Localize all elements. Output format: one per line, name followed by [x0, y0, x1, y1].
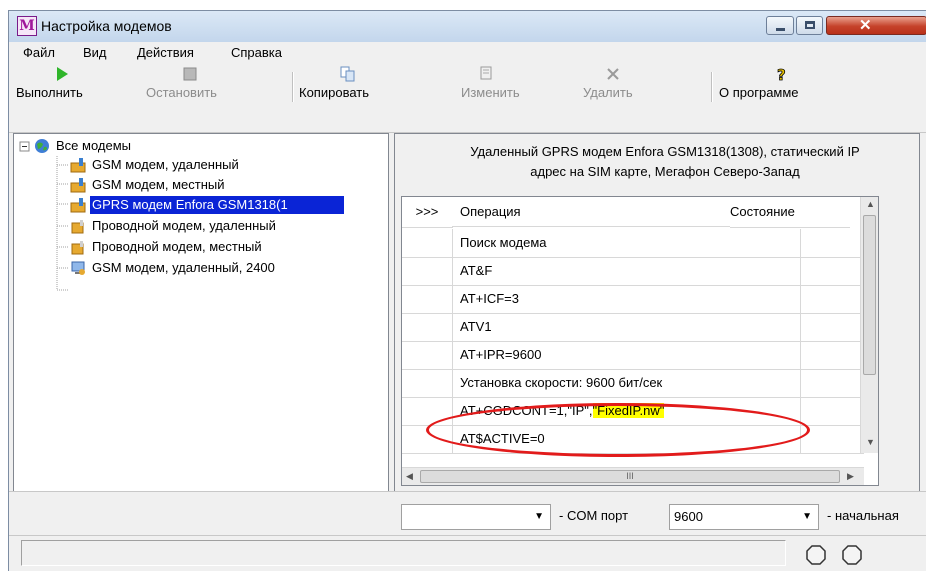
maximize-button[interactable] [796, 16, 823, 35]
baud-rate-label: - начальная [827, 508, 899, 523]
about-label: О программе [719, 85, 799, 100]
toolbar-separator [711, 72, 713, 102]
scroll-down-icon[interactable]: ▼ [866, 437, 875, 447]
tree-item-label: Проводной модем, местный [92, 239, 262, 254]
gsm-modem-icon [70, 158, 86, 173]
description-line1: Удаленный GPRS модем Enfora GSM1318(1308… [470, 144, 860, 159]
operation-cell: AT+IPR=9600 [460, 347, 542, 362]
tree-item-label: GSM модем, местный [92, 177, 225, 192]
operations-grid[interactable]: >>> Операция Состояние Поиск модема AT&F… [401, 196, 879, 486]
copy-label: Копировать [299, 85, 369, 100]
vertical-scroll-thumb[interactable] [863, 215, 876, 375]
copy-button[interactable]: Копировать [295, 64, 400, 132]
edit-button[interactable]: Изменить [441, 64, 541, 132]
grid-header-state[interactable]: Состояние [730, 197, 850, 228]
baud-rate-value: 9600 [674, 509, 703, 524]
about-button[interactable]: ? О программе [714, 64, 849, 132]
port-settings-bar: ▼ - COM порт 9600 ▼ - начальная [9, 491, 926, 536]
wired-modem-icon [71, 241, 84, 255]
help-question-icon: ? [777, 66, 787, 82]
delete-icon [607, 68, 619, 80]
minimize-icon [776, 28, 785, 31]
window-title: Настройка модемов [41, 18, 172, 34]
operation-cell: Поиск модема [460, 235, 547, 250]
run-label: Выполнить [16, 85, 83, 100]
tree-item-label: Проводной модем, удаленный [92, 218, 276, 233]
grid-header-arrow[interactable]: >>> [402, 197, 453, 228]
modem-description: Удаленный GPRS модем Enfora GSM1318(1308… [395, 142, 919, 182]
chevron-down-icon: ▼ [802, 511, 812, 522]
vertical-scrollbar[interactable]: ▲ ▼ [860, 197, 878, 453]
maximize-icon [805, 21, 815, 29]
table-row[interactable]: AT+ICF=3 [402, 285, 864, 314]
table-row[interactable]: Поиск модема [402, 229, 864, 258]
com-port-select[interactable]: ▼ [401, 504, 551, 530]
copy-icon [340, 66, 355, 82]
menu-bar: Файл Вид Действия Справка [9, 42, 926, 64]
run-button[interactable]: Выполнить [9, 64, 129, 132]
operation-cell: AT&F [460, 263, 493, 278]
table-row[interactable]: ATV1 [402, 313, 864, 342]
indicator-lamp-icon [842, 545, 862, 565]
operation-cell: AT$ACTIVE=0 [460, 431, 545, 446]
table-row[interactable]: AT+CGDCONT=1,"IP","FixedIP.nw" [402, 397, 864, 426]
close-icon: ✕ [859, 17, 872, 34]
svg-text:?: ? [777, 66, 786, 82]
com-port-value [402, 509, 406, 524]
operation-cell: ATV1 [460, 319, 492, 334]
indicator-lamp-icon [806, 545, 826, 565]
edit-icon [480, 66, 492, 80]
table-row[interactable]: AT+IPR=9600 [402, 341, 864, 370]
operation-text: AT+CGDCONT=1,"IP", [460, 403, 593, 418]
edit-label: Изменить [461, 85, 520, 100]
scroll-right-icon[interactable]: ▶ [847, 471, 854, 482]
network-computer-icon [71, 261, 85, 275]
table-row[interactable]: AT$ACTIVE=0 [402, 425, 864, 454]
status-bar [9, 535, 926, 571]
baud-rate-select[interactable]: 9600 ▼ [669, 504, 819, 530]
tree-item-label: GPRS модем Enfora GSM1318(1 [90, 196, 344, 214]
menu-actions[interactable]: Действия [137, 45, 194, 60]
stop-icon [183, 67, 197, 81]
stop-label: Остановить [146, 85, 217, 100]
menu-help[interactable]: Справка [231, 45, 282, 60]
app-icon: M [17, 16, 37, 36]
title-bar[interactable]: M Настройка модемов ✕ [9, 11, 926, 42]
highlighted-apn-text: "FixedIP.nw" [592, 403, 665, 418]
status-text-field [21, 540, 786, 566]
toolbar: Выполнить Остановить Копировать Изменить… [9, 64, 926, 133]
toolbar-separator [292, 72, 294, 102]
table-row[interactable]: AT&F [402, 257, 864, 286]
operation-cell: AT+CGDCONT=1,"IP","FixedIP.nw" [460, 397, 665, 425]
operation-cell: Установка скорости: 9600 бит/сек [460, 375, 663, 390]
horizontal-scroll-thumb[interactable]: III [420, 470, 840, 483]
delete-label: Удалить [583, 85, 633, 100]
gsm-modem-icon [70, 178, 86, 193]
globe-icon [35, 139, 49, 153]
wired-modem-icon [71, 220, 84, 234]
app-window: M Настройка модемов ✕ Файл Вид Действия … [8, 10, 926, 571]
horizontal-scrollbar[interactable]: ◀ III ▶ [402, 467, 864, 485]
minimize-button[interactable] [766, 16, 794, 35]
scroll-up-icon[interactable]: ▲ [866, 199, 875, 209]
stop-button[interactable]: Остановить [129, 64, 254, 132]
modem-details-panel: Удаленный GPRS модем Enfora GSM1318(1308… [394, 133, 920, 495]
play-icon [57, 67, 68, 81]
chevron-down-icon: ▼ [534, 511, 544, 522]
gprs-modem-icon [70, 198, 86, 213]
tree-item-label: GSM модем, удаленный, 2400 [92, 260, 275, 275]
operation-cell: AT+ICF=3 [460, 291, 520, 306]
modem-tree[interactable]: Все модемы GSM модем, удаленный GSM моде… [13, 133, 389, 495]
menu-file[interactable]: Файл [23, 45, 55, 60]
close-button[interactable]: ✕ [826, 16, 926, 35]
menu-view[interactable]: Вид [83, 45, 107, 60]
tree-item-label: GSM модем, удаленный [92, 157, 239, 172]
description-line2: адрес на SIM карте, Мегафон Северо-Запад [530, 164, 800, 179]
tree-root-label: Все модемы [56, 138, 131, 153]
table-row[interactable]: Установка скорости: 9600 бит/сек [402, 369, 864, 398]
com-port-label: - COM порт [559, 508, 629, 523]
delete-button[interactable]: Удалить [565, 64, 665, 132]
scroll-left-icon[interactable]: ◀ [406, 471, 413, 482]
